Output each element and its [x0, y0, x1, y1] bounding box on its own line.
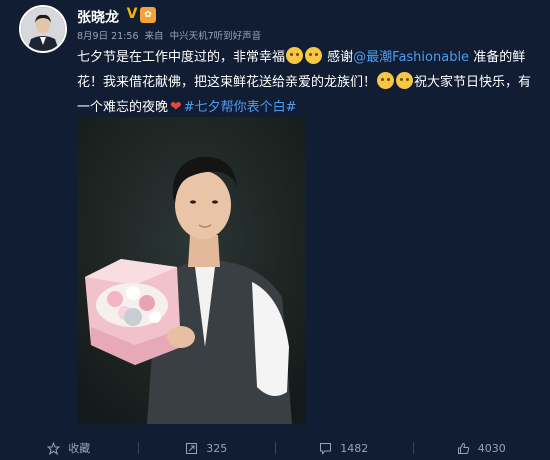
repost-button[interactable]: 325: [137, 436, 276, 460]
comment-button[interactable]: 1482: [275, 436, 413, 460]
level-badge-icon: ✿: [140, 7, 156, 23]
thumbs-up-icon: [457, 442, 469, 454]
action-bar: 收藏 325 1482 4030: [0, 436, 550, 460]
post-time[interactable]: 8月9日 21:56: [77, 31, 139, 42]
mention-link[interactable]: @最潮Fashionable: [353, 50, 469, 65]
username[interactable]: 张晓龙: [77, 7, 119, 27]
like-count: 4030: [477, 441, 506, 455]
post-text-part-2: 感谢: [323, 50, 354, 65]
like-button[interactable]: 4030: [412, 436, 550, 460]
happy-emoji-icon: [305, 47, 323, 64]
post-meta: 8月9日 21:56 来自 中兴天机7听到好声音: [77, 28, 264, 42]
favorite-label: 收藏: [68, 442, 91, 455]
photo-man-with-flower-box: [77, 117, 306, 424]
post-text: 七夕节是在工作中度过的，非常幸福 感谢@最潮Fashionable 准备的鲜花！…: [77, 45, 537, 120]
smile-emoji-icon: [396, 72, 414, 89]
hashtag-link[interactable]: #七夕帮你表个白#: [184, 100, 297, 115]
star-icon: [47, 441, 61, 455]
post-text-part-1: 七夕节是在工作中度过的，非常幸福: [77, 50, 286, 65]
post-source[interactable]: 中兴天机7听到好声音: [170, 31, 262, 42]
happy-emoji-icon: [286, 47, 304, 64]
source-prefix: 来自: [144, 31, 164, 42]
heart-emoji-icon: ❤: [170, 99, 182, 115]
favorite-button[interactable]: 收藏: [0, 436, 138, 460]
comment-count: 1482: [340, 441, 369, 455]
repost-icon: [186, 442, 198, 454]
verified-v-icon: V: [126, 6, 138, 22]
avatar[interactable]: [19, 5, 67, 53]
repost-count: 325: [206, 441, 228, 455]
post-photo[interactable]: [77, 117, 306, 424]
avatar-portrait-icon: [21, 7, 65, 51]
comment-icon: [320, 442, 332, 455]
smile-emoji-icon: [377, 72, 395, 89]
